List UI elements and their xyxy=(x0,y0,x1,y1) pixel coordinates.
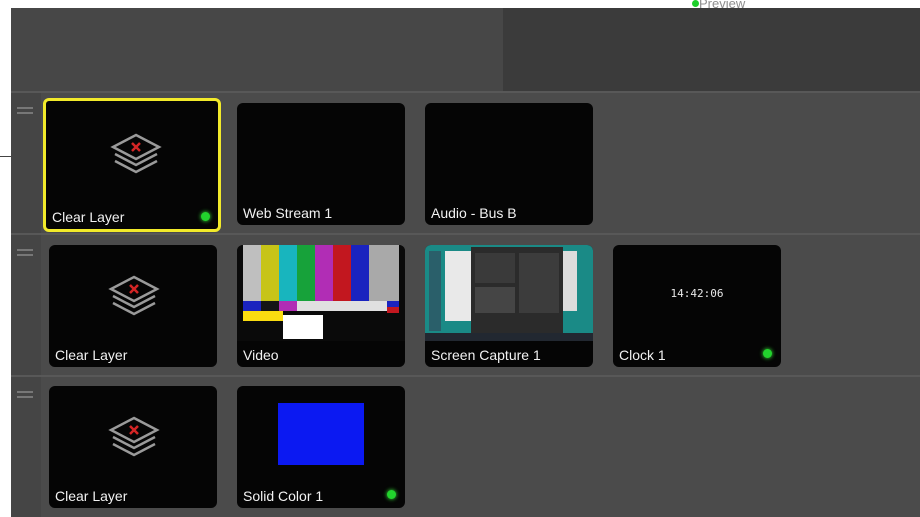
tile-solid-color-1[interactable]: Solid Color 1 xyxy=(237,386,405,508)
program-pane xyxy=(11,8,503,91)
tile-label: Clear Layer xyxy=(55,488,128,504)
tile-clock-1[interactable]: 14:42:06 Clock 1 xyxy=(613,245,781,367)
preview-pane xyxy=(503,8,920,91)
drag-grip-icon xyxy=(17,391,33,399)
tile-label: Audio - Bus B xyxy=(431,205,517,221)
layers-icon xyxy=(110,133,162,174)
tile-label: Clear Layer xyxy=(55,347,128,363)
tile-label: Clock 1 xyxy=(619,347,666,363)
live-indicator xyxy=(763,349,772,358)
tile-screen-capture-1[interactable]: Screen Capture 1 xyxy=(425,245,593,367)
tile-label: Web Stream 1 xyxy=(243,205,333,221)
preview-indicator xyxy=(692,0,699,7)
tile-label: Solid Color 1 xyxy=(243,488,324,504)
preview-label: Preview xyxy=(699,0,746,11)
color-bars-thumbnail xyxy=(237,245,405,341)
row-drag-handle[interactable] xyxy=(11,235,41,375)
tile-web-stream-1[interactable]: Web Stream 1 xyxy=(237,103,405,225)
tile-clear-layer-2[interactable]: Clear Layer xyxy=(49,245,217,367)
live-indicator xyxy=(201,212,210,221)
row-drag-handle[interactable] xyxy=(11,93,41,235)
tile-video[interactable]: Video xyxy=(237,245,405,367)
clock-readout: 14:42:06 xyxy=(670,287,724,300)
drag-grip-icon xyxy=(17,107,33,115)
tile-clear-layer-1[interactable]: Clear Layer xyxy=(43,98,221,232)
solid-color-swatch xyxy=(278,403,364,465)
row-drag-handle[interactable] xyxy=(11,377,41,517)
tile-audio-bus-b[interactable]: Audio - Bus B xyxy=(425,103,593,225)
tile-label: Screen Capture 1 xyxy=(431,347,541,363)
tile-clear-layer-3[interactable]: Clear Layer xyxy=(49,386,217,508)
live-indicator xyxy=(387,490,396,499)
drag-grip-icon xyxy=(17,249,33,257)
tile-label: Clear Layer xyxy=(52,209,125,225)
screen-capture-thumbnail xyxy=(425,245,593,341)
layers-icon xyxy=(108,275,160,316)
layers-icon xyxy=(108,416,160,457)
tile-label: Video xyxy=(243,347,279,363)
